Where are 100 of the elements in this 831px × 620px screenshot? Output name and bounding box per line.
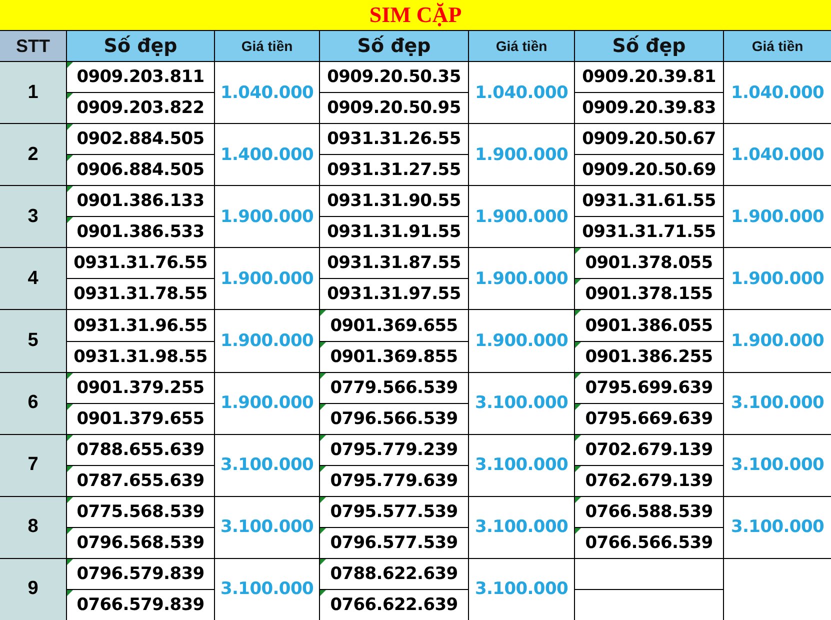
table-cell: 3.100.000 <box>469 434 574 496</box>
table-cell: 0906.884.505 <box>67 155 214 186</box>
corner-triangle-icon <box>320 434 326 441</box>
row-number: 1 <box>0 62 66 124</box>
table-cell: 0901.386.133 <box>67 186 214 216</box>
column-header: Số đẹp <box>67 31 214 62</box>
table-cell: 3.100.000 <box>469 372 574 434</box>
table-cell: 1.040.000 <box>724 62 831 124</box>
corner-triangle-icon <box>67 434 73 441</box>
table-cell: 0766.579.839 <box>67 590 214 620</box>
table-cell: 0766.566.539 <box>575 528 723 558</box>
table-cell: 0931.31.97.55 <box>320 279 468 310</box>
table-cell: 0909.20.50.95 <box>320 93 468 124</box>
row-number: 9 <box>0 558 66 620</box>
table-cell: 3.100.000 <box>469 496 574 558</box>
table-cell: 1.900.000 <box>724 186 831 248</box>
corner-triangle-icon <box>67 155 73 162</box>
table-cell: 0931.31.78.55 <box>67 279 214 310</box>
table-cell: 0931.31.98.55 <box>67 342 214 372</box>
corner-triangle-icon <box>67 93 73 100</box>
table-cell: 0796.577.539 <box>320 528 468 558</box>
table-cell: 0795.699.639 <box>575 372 723 403</box>
table-cell: 1.900.000 <box>469 124 574 186</box>
column-header: Giá tiền <box>469 31 574 62</box>
table-cell: 1.040.000 <box>724 124 831 186</box>
table-cell: 0795.779.639 <box>320 466 468 496</box>
table-cell: 0931.31.90.55 <box>320 186 468 216</box>
corner-triangle-icon <box>67 404 73 410</box>
table-cell: 3.100.000 <box>215 496 319 558</box>
table-cell: 0931.31.96.55 <box>67 310 214 341</box>
corner-triangle-icon <box>67 186 73 192</box>
column-header: STT <box>0 31 66 62</box>
corner-triangle-icon <box>67 466 73 472</box>
table-cell: 0795.577.539 <box>320 496 468 527</box>
column-header: Giá tiền <box>724 31 831 62</box>
table-cell: 0901.386.255 <box>575 342 723 372</box>
corner-triangle-icon <box>67 496 73 503</box>
table-cell: 0909.203.811 <box>67 62 214 92</box>
row-number: 7 <box>0 434 66 496</box>
table-cell: 0787.655.639 <box>67 466 214 496</box>
corner-triangle-icon <box>67 558 73 565</box>
corner-triangle-icon <box>320 372 326 379</box>
corner-triangle-icon <box>575 496 581 503</box>
table-cell: 0796.566.539 <box>320 404 468 434</box>
table-cell: 0901.378.155 <box>575 279 723 310</box>
table-cell: 0762.679.139 <box>575 466 723 496</box>
table-cell: 0901.379.655 <box>67 404 214 434</box>
table-cell: 3.100.000 <box>724 496 831 558</box>
table-cell: 0788.655.639 <box>67 434 214 465</box>
corner-triangle-icon <box>575 248 581 254</box>
corner-triangle-icon <box>320 558 326 565</box>
corner-triangle-icon <box>67 217 73 224</box>
table-cell: 0909.20.39.83 <box>575 93 723 124</box>
row-number: 8 <box>0 496 66 558</box>
table-cell: 0901.379.255 <box>67 372 214 403</box>
table-cell: 0909.20.50.67 <box>575 124 723 154</box>
table-cell: 0909.20.50.69 <box>575 155 723 186</box>
table-cell: 0931.31.26.55 <box>320 124 468 154</box>
corner-triangle-icon <box>575 279 581 286</box>
corner-triangle-icon <box>575 434 581 441</box>
corner-triangle-icon <box>575 466 581 472</box>
column-header: Số đẹp <box>575 31 723 62</box>
corner-triangle-icon <box>575 342 581 348</box>
corner-triangle-icon <box>67 124 73 130</box>
table-cell: 0931.31.61.55 <box>575 186 723 216</box>
corner-triangle-icon <box>320 496 326 503</box>
table-cell: 3.100.000 <box>215 558 319 620</box>
table-cell: 1.900.000 <box>469 310 574 372</box>
table-cell: 1.900.000 <box>469 248 574 310</box>
table-cell: 0931.31.71.55 <box>575 217 723 248</box>
column-header: Giá tiền <box>215 31 319 62</box>
table-cell: 0702.679.139 <box>575 434 723 465</box>
table-cell: 0909.203.822 <box>67 93 214 124</box>
table-cell: 0775.568.539 <box>67 496 214 527</box>
table-cell: 3.100.000 <box>724 372 831 434</box>
table-cell: 0796.579.839 <box>67 558 214 589</box>
corner-triangle-icon <box>67 62 73 68</box>
table-cell: 0766.622.639 <box>320 590 468 620</box>
corner-triangle-icon <box>575 310 581 316</box>
table-cell: 1.900.000 <box>215 310 319 372</box>
corner-triangle-icon <box>320 342 326 348</box>
table-cell: 0795.779.239 <box>320 434 468 465</box>
table-cell: 0931.31.91.55 <box>320 217 468 248</box>
table-cell: 0909.20.50.35 <box>320 62 468 92</box>
table-cell: 0931.31.27.55 <box>320 155 468 186</box>
corner-triangle-icon <box>67 590 73 596</box>
table-cell: 0901.386.055 <box>575 310 723 341</box>
row-number: 4 <box>0 248 66 310</box>
sheet-title: SIM CẶP <box>0 0 831 30</box>
column-header: Số đẹp <box>320 31 468 62</box>
table-cell: 0902.884.505 <box>67 124 214 154</box>
corner-triangle-icon <box>67 372 73 379</box>
corner-triangle-icon <box>320 528 326 534</box>
corner-triangle-icon <box>320 466 326 472</box>
table-cell: 0931.31.87.55 <box>320 248 468 278</box>
table-cell: 0931.31.76.55 <box>67 248 214 278</box>
table-cell: 3.100.000 <box>469 558 574 620</box>
table-cell: 0788.622.639 <box>320 558 468 589</box>
corner-triangle-icon <box>67 528 73 534</box>
table-cell: 0901.378.055 <box>575 248 723 278</box>
